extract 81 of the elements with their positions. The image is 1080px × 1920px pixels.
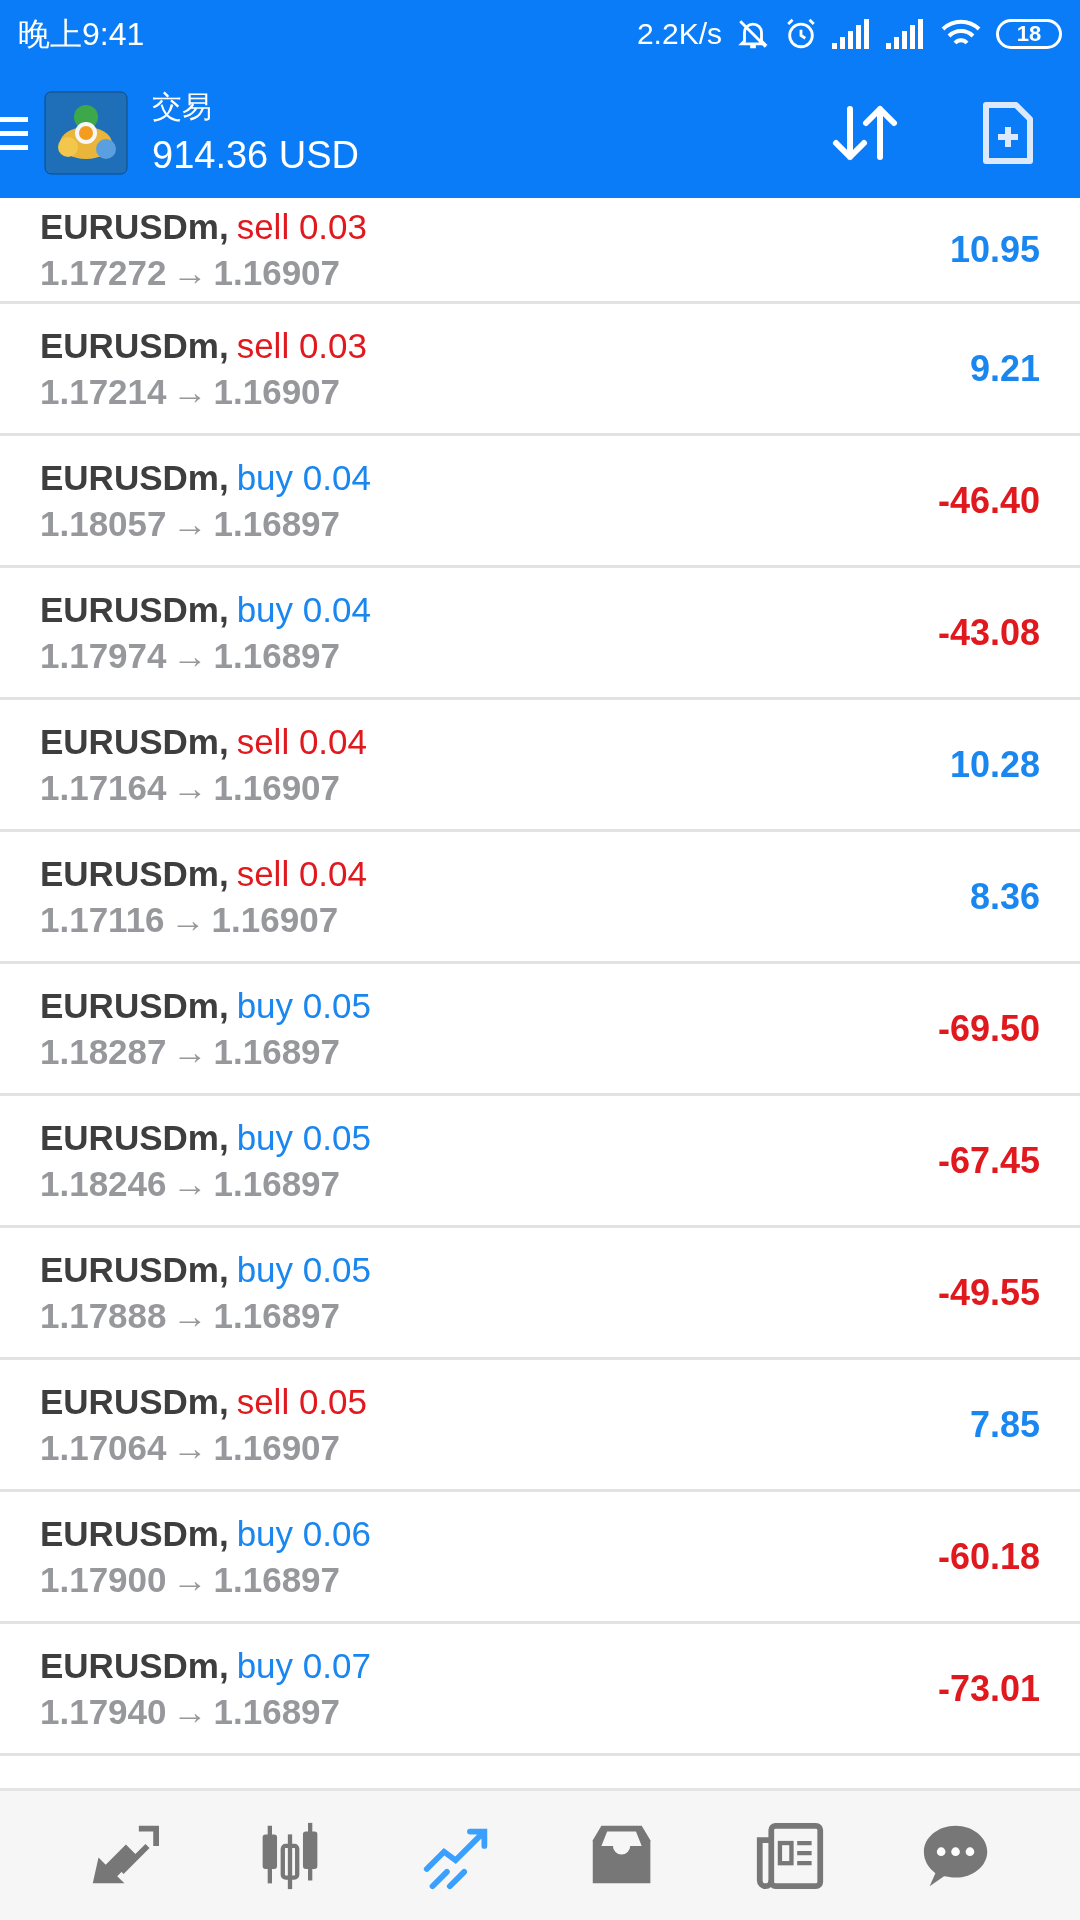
open-price: 1.18246 bbox=[40, 1162, 167, 1205]
order-type: buy 0.06 bbox=[236, 1512, 371, 1555]
current-price: 1.16907 bbox=[211, 898, 339, 941]
arrow-glyph: → bbox=[172, 1294, 208, 1337]
current-price: 1.16907 bbox=[213, 766, 341, 809]
open-price: 1.18057 bbox=[40, 502, 167, 545]
open-price: 1.17214 bbox=[40, 370, 167, 413]
arrow-glyph: → bbox=[172, 634, 208, 677]
network-speed: 2.2K/s bbox=[636, 16, 722, 52]
arrow-glyph: → bbox=[172, 1030, 208, 1073]
add-document-icon[interactable] bbox=[982, 100, 1034, 165]
order-type: sell 0.05 bbox=[236, 1380, 367, 1423]
symbol-label: EURUSDm, bbox=[40, 324, 229, 367]
app-logo-icon bbox=[44, 90, 128, 175]
arrow-glyph: → bbox=[172, 766, 208, 809]
profit-value: -43.08 bbox=[937, 610, 1040, 655]
order-type: buy 0.07 bbox=[236, 1644, 371, 1687]
symbol-label: EURUSDm, bbox=[40, 1380, 229, 1423]
open-price: 1.17900 bbox=[40, 1558, 167, 1601]
order-type: buy 0.05 bbox=[236, 1116, 371, 1159]
open-price: 1.18287 bbox=[40, 1030, 167, 1073]
symbol-label: EURUSDm, bbox=[40, 984, 229, 1027]
open-price: 1.17974 bbox=[40, 634, 167, 677]
symbol-label: EURUSDm, bbox=[40, 1116, 229, 1159]
open-price: 1.17940 bbox=[40, 1690, 167, 1733]
order-type: buy 0.04 bbox=[236, 456, 371, 499]
profit-value: -69.50 bbox=[937, 1006, 1040, 1051]
current-price: 1.16907 bbox=[213, 1426, 341, 1469]
arrow-glyph: → bbox=[172, 1162, 208, 1205]
symbol-label: EURUSDm, bbox=[40, 456, 229, 499]
signal-icon bbox=[832, 18, 872, 49]
battery-icon: 18 bbox=[996, 18, 1062, 49]
symbol-label: EURUSDm, bbox=[40, 720, 229, 763]
current-price: 1.16897 bbox=[213, 1690, 341, 1733]
profit-value: -67.45 bbox=[937, 1138, 1040, 1183]
account-balance: 914.36 USD bbox=[152, 132, 359, 178]
profit-value: 7.85 bbox=[969, 1402, 1040, 1447]
profit-value: 10.95 bbox=[949, 227, 1040, 272]
open-price: 1.17888 bbox=[40, 1294, 167, 1337]
screen-title: 交易 bbox=[152, 88, 213, 125]
symbol-label: EURUSDm, bbox=[40, 1644, 229, 1687]
open-price: 1.17164 bbox=[40, 766, 167, 809]
symbol-label: EURUSDm, bbox=[40, 1512, 229, 1555]
arrow-glyph: → bbox=[172, 502, 208, 545]
order-type: sell 0.03 bbox=[236, 205, 367, 248]
open-price: 1.17064 bbox=[40, 1426, 167, 1469]
profit-value: 10.28 bbox=[949, 742, 1040, 787]
current-price: 1.16897 bbox=[213, 502, 341, 545]
order-type: buy 0.05 bbox=[236, 1248, 371, 1291]
symbol-label: EURUSDm, bbox=[40, 588, 229, 631]
signal-icon bbox=[886, 18, 926, 49]
order-type: sell 0.03 bbox=[236, 324, 367, 367]
open-price: 1.17272 bbox=[40, 251, 167, 294]
current-price: 1.16897 bbox=[213, 1294, 341, 1337]
order-type: sell 0.04 bbox=[236, 720, 367, 763]
order-type: sell 0.04 bbox=[236, 852, 367, 895]
current-price: 1.16907 bbox=[213, 370, 341, 413]
arrow-glyph: → bbox=[172, 1558, 208, 1601]
open-price: 1.17116 bbox=[40, 898, 165, 941]
current-price: 1.16907 bbox=[213, 251, 341, 294]
profit-value: -46.40 bbox=[937, 478, 1040, 523]
profit-value: -73.01 bbox=[937, 1666, 1040, 1711]
symbol-label: EURUSDm, bbox=[40, 205, 229, 248]
profit-value: -49.55 bbox=[937, 1270, 1040, 1315]
order-type: buy 0.05 bbox=[236, 984, 371, 1027]
status-time: 晚上9:41 bbox=[18, 14, 145, 54]
symbol-label: EURUSDm, bbox=[40, 852, 229, 895]
arrow-glyph: → bbox=[170, 898, 206, 941]
symbol-label: EURUSDm, bbox=[40, 1248, 229, 1291]
profit-value: 9.21 bbox=[969, 346, 1040, 391]
arrow-glyph: → bbox=[172, 1426, 208, 1469]
current-price: 1.16897 bbox=[213, 1558, 341, 1601]
current-price: 1.16897 bbox=[213, 1162, 341, 1205]
order-type: buy 0.04 bbox=[236, 588, 371, 631]
current-price: 1.16897 bbox=[213, 1030, 341, 1073]
current-price: 1.16897 bbox=[213, 634, 341, 677]
profit-value: -60.18 bbox=[937, 1534, 1040, 1579]
arrow-glyph: → bbox=[172, 251, 208, 294]
arrow-glyph: → bbox=[172, 1690, 208, 1733]
profit-value: 8.36 bbox=[969, 874, 1040, 919]
arrow-glyph: → bbox=[172, 370, 208, 413]
